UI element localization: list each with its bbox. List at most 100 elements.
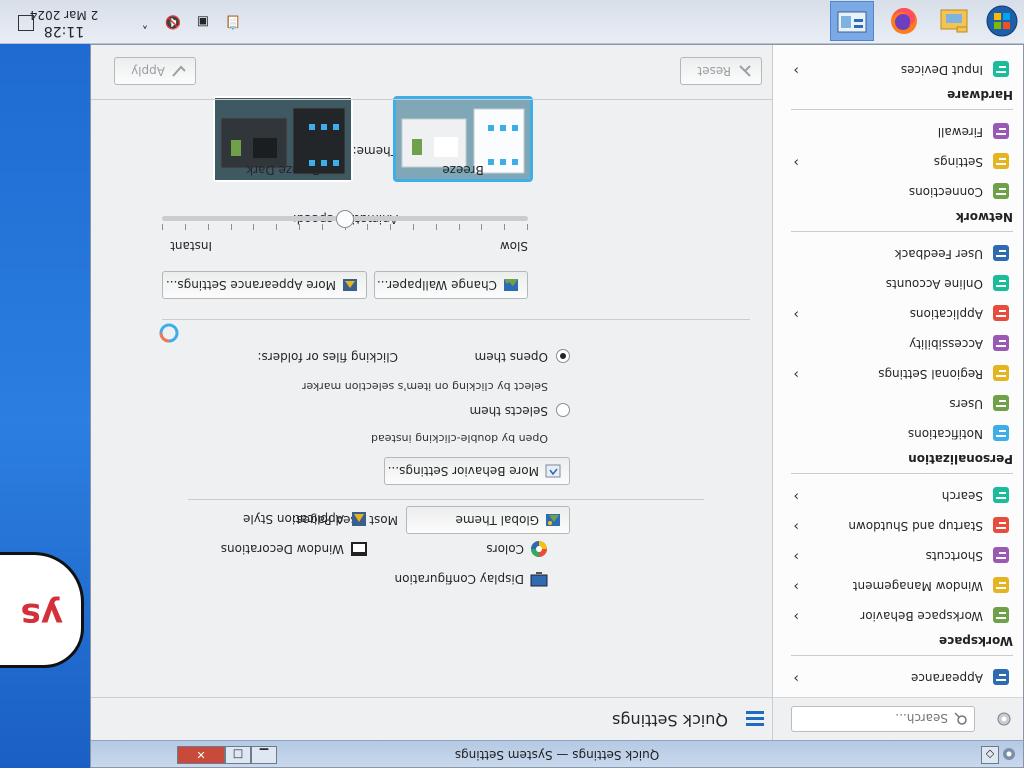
sidebar-item[interactable]: Appearance ›	[781, 664, 1023, 692]
tray-expand-icon[interactable]: ˄	[136, 13, 154, 31]
startup-icon	[993, 517, 1009, 533]
sidebar-item-label: Accessibility	[909, 337, 983, 351]
colors-icon	[531, 541, 547, 557]
application-style-icon	[352, 512, 366, 526]
slider-tick	[413, 224, 414, 230]
slider-tick	[276, 224, 278, 230]
sidebar-item[interactable]: Notifications	[781, 420, 1023, 448]
sidebar-search-row	[773, 697, 1023, 740]
firewall-icon	[993, 123, 1009, 139]
sidebar-item[interactable]: Online Accounts	[781, 270, 1023, 298]
sidebar-item[interactable]: Startup and Shutdown ›	[781, 512, 1023, 540]
sidebar-scrollbar[interactable]	[774, 48, 780, 698]
sidebar-item[interactable]: Window Management ›	[781, 572, 1023, 600]
most-used-global-theme[interactable]: Global Theme	[406, 506, 570, 534]
sidebar-item[interactable]: Workspace Behavior ›	[781, 602, 1023, 630]
sidebar-search-field[interactable]	[791, 706, 975, 732]
taskbar-system-settings[interactable]	[830, 1, 874, 41]
most-used-colors[interactable]: Colors	[486, 538, 548, 560]
sidebar-item-label: Appearance	[910, 671, 983, 685]
most-used-display-configuration[interactable]: Display Configuration	[395, 568, 548, 590]
shortcuts-icon	[993, 547, 1009, 563]
category-separator	[791, 655, 1013, 656]
chevron-right-icon: ›	[793, 518, 799, 534]
maximize-button[interactable]: □	[225, 746, 251, 764]
show-desktop-button[interactable]	[18, 15, 34, 31]
category-separator	[791, 473, 1013, 474]
slider-tick	[207, 224, 209, 230]
sidebar-item[interactable]: Accessibility	[781, 330, 1023, 358]
more-appearance-settings-button[interactable]: More Appearance Settings...	[162, 271, 367, 299]
menu-icon[interactable]	[744, 710, 764, 728]
selects-them-radio[interactable]	[556, 403, 570, 417]
sidebar-item-label: Input Devices	[900, 63, 983, 77]
start-button[interactable]	[980, 1, 1024, 41]
slider-tick	[367, 224, 369, 230]
most-used-application-style[interactable]: Application Style	[243, 508, 368, 530]
minimize-button[interactable]: ▁	[251, 746, 277, 764]
sidebar-item[interactable]: Settings ›	[781, 148, 1023, 176]
theme-label: Theme:	[352, 144, 398, 158]
slider-tick	[527, 224, 528, 230]
category-header: Workspace	[938, 634, 1013, 648]
sidebar-item[interactable]: Connections	[781, 178, 1023, 206]
most-used-window-decorations[interactable]: Window Decorations	[221, 538, 368, 560]
more-behavior-settings-button[interactable]: More Behavior Settings...	[384, 457, 570, 485]
change-wallpaper-button[interactable]: Change Wallpaper...	[374, 271, 528, 299]
reset-button[interactable]: Reset	[680, 57, 762, 85]
sidebar-item-label: Settings	[933, 155, 983, 169]
apply-button[interactable]: Apply	[114, 57, 196, 85]
chevron-right-icon: ›	[793, 488, 799, 504]
selects-them-label: Selects them	[469, 404, 548, 418]
sidebar-item[interactable]: Shortcuts ›	[781, 542, 1023, 570]
taskbar-file-manager[interactable]	[932, 1, 976, 41]
slider-handle[interactable]	[336, 210, 354, 228]
sidebar-item[interactable]: Input Devices ›	[781, 56, 1023, 84]
sidebar-item[interactable]: Applications ›	[781, 300, 1023, 328]
sidebar-item[interactable]: Firewall	[781, 118, 1023, 146]
chevron-right-icon: ›	[793, 670, 799, 686]
sidebar-item[interactable]: Regional Settings ›	[781, 360, 1023, 388]
tray-volume-muted-icon[interactable]: 🔇	[164, 13, 182, 31]
online-accounts-icon	[993, 275, 1009, 291]
appearance-settings-icon	[343, 279, 357, 291]
section-separator	[162, 319, 750, 320]
window-management-icon	[993, 577, 1009, 593]
sidebar-item-label: Startup and Shutdown	[848, 519, 983, 533]
bubble-text: ys	[20, 595, 63, 635]
sidebar-item[interactable]: Users	[781, 390, 1023, 418]
animation-speed-slider[interactable]	[160, 206, 528, 230]
behavior-settings-icon	[545, 464, 561, 478]
colors-label: Colors	[486, 542, 524, 556]
clicking-files-label: Clicking files or folders:	[257, 350, 398, 364]
global-theme-label: Global Theme	[455, 513, 539, 527]
taskbar: 📋 ▣ 🔇 ˄ 11:28 2 Mar 2024	[0, 0, 1024, 44]
users-icon	[993, 395, 1009, 411]
sidebar-search-input[interactable]	[796, 708, 950, 728]
page-title: Quick Settings	[612, 711, 728, 730]
tray-display-icon[interactable]: ▣	[194, 13, 212, 31]
main-header: Quick Settings	[91, 697, 772, 740]
sidebar-item[interactable]: User Feedback	[781, 240, 1023, 268]
desktop-speech-bubble: ys	[0, 552, 84, 668]
sidebar-item-label: Connections	[908, 185, 983, 199]
window-decorations-icon	[351, 542, 367, 556]
slider-tick	[162, 224, 164, 230]
window-titlebar[interactable]: ◇ Quick Settings — System Settings ▁ □ ✕	[91, 740, 1023, 767]
tray-clipboard-icon[interactable]: 📋	[224, 13, 242, 31]
chevron-right-icon: ›	[793, 154, 799, 170]
opens-them-radio[interactable]	[556, 349, 570, 363]
application-style-label: Application Style	[242, 512, 344, 526]
close-button[interactable]: ✕	[177, 746, 225, 764]
taskbar-firefox[interactable]	[882, 1, 926, 41]
loading-spinner-icon	[159, 323, 179, 343]
theme-breeze-caption: Breeze	[442, 163, 484, 177]
slider-tick	[230, 224, 232, 230]
slider-tick	[185, 224, 186, 230]
slider-tick	[481, 224, 483, 230]
workspace-behavior-icon	[993, 607, 1009, 623]
configure-icon[interactable]	[995, 710, 1013, 728]
apply-label: Apply	[131, 64, 165, 78]
applications-icon	[993, 305, 1009, 321]
sidebar-item[interactable]: Search ›	[781, 482, 1023, 510]
